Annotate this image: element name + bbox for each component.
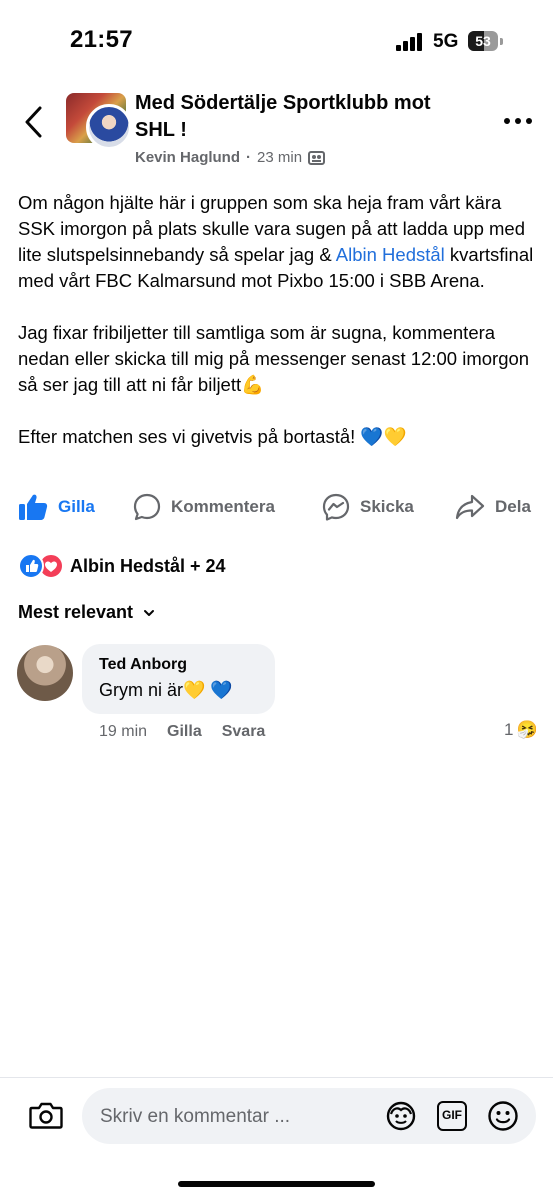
comment-input[interactable] [98,1088,382,1146]
comment-reaction-count: 1 [504,720,514,739]
gif-button[interactable]: GIF [437,1101,467,1131]
back-chevron-icon[interactable] [20,104,48,140]
network-type: 5G [433,31,459,52]
comment-button[interactable]: Kommentera [133,493,275,521]
signal-icon [396,33,426,51]
comment-reply-button[interactable]: Svara [222,723,266,741]
post-paragraph-1: Om någon hjälte här i gruppen som ska he… [18,190,538,294]
comment-composer[interactable]: GIF [82,1088,536,1146]
reactions-label: Albin Hedstål + 24 [70,555,226,576]
send-label: Skicka [360,497,414,516]
comments-sort-dropdown[interactable]: Mest relevant [18,602,155,623]
comment-meta: 19 min Gilla Svara [99,723,265,741]
author-avatar[interactable] [86,104,132,150]
author-name[interactable]: Kevin Haglund [135,149,240,166]
share-arrow-icon [455,494,485,520]
composer-divider [0,1077,553,1078]
reactions-summary[interactable]: Albin Hedstål + 24 [18,553,226,579]
messenger-icon [322,493,350,521]
battery-level: 53 [475,33,491,49]
chevron-down-icon [144,609,155,616]
mention-link[interactable]: Albin Hedstål [336,244,445,265]
commenter-name[interactable]: Ted Anborg [99,656,187,674]
post-actions: Gilla Kommentera Skicka Dela [0,493,553,527]
comment-reaction-emoji: 🤧 [516,720,538,739]
comment-like-button[interactable]: Gilla [167,723,202,741]
post-paragraph-2: Jag fixar fribiljetter till samtliga som… [18,322,530,395]
battery-icon: 53 [468,31,504,51]
send-button[interactable]: Skicka [322,493,414,521]
share-button[interactable]: Dela [455,493,531,521]
post-paragraph-3: Efter matchen ses vi givetvis på bortast… [18,426,407,447]
comment-text: Grym ni är💛 💙 [99,680,233,700]
sort-label: Mest relevant [18,602,134,622]
like-button[interactable]: Gilla [18,493,95,521]
commenter-avatar[interactable] [17,645,73,701]
group-title[interactable]: Med Södertälje Sportklubb mot SHL ! [135,90,475,144]
like-reaction-icon [18,553,44,579]
post-meta: Kevin Haglund · 23 min [135,149,326,166]
like-label: Gilla [58,497,95,516]
camera-icon[interactable] [29,1100,63,1130]
comment-bubble-icon [133,493,161,521]
emoji-icon[interactable] [487,1100,519,1132]
more-options-icon[interactable] [504,118,534,126]
status-time: 21:57 [70,26,133,53]
comment-label: Kommentera [171,497,275,516]
meta-separator: · [246,149,252,166]
comment-bubble[interactable] [82,644,275,714]
comment-reactions[interactable]: 1 🤧 [504,720,538,740]
post-time[interactable]: 23 min [257,149,302,166]
post-body: Om någon hjälte här i gruppen som ska he… [18,190,538,476]
share-label: Dela [495,497,531,516]
comment-time: 19 min [99,723,148,740]
group-audience-icon [308,151,326,165]
avatar-sticker-icon[interactable] [385,1100,417,1132]
home-indicator [178,1181,375,1187]
thumbs-up-icon [19,494,48,520]
